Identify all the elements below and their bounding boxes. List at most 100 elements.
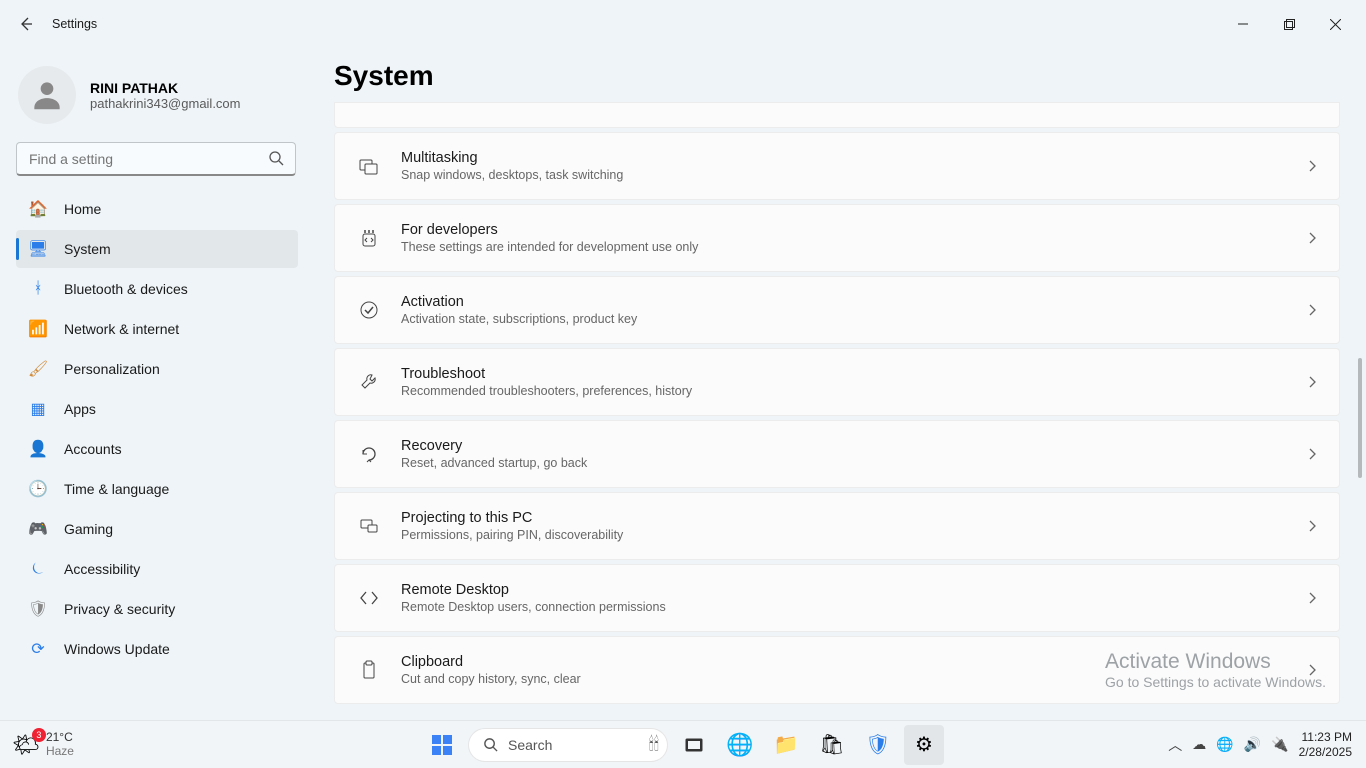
settings-card-recovery[interactable]: Recovery Reset, advanced startup, go bac… xyxy=(334,420,1340,488)
taskbar-center: Search 🕯🕯 🌐 📁 🛍 🛡 ⚙ xyxy=(422,725,944,765)
security-button[interactable]: 🛡 xyxy=(858,725,898,765)
settings-list: Multitasking Snap windows, desktops, tas… xyxy=(334,102,1340,704)
chevron-right-icon xyxy=(1305,591,1319,605)
nav-icon: ⏾ xyxy=(28,559,48,579)
nav-item-time-language[interactable]: 🕒 Time & language xyxy=(16,470,298,508)
back-button[interactable] xyxy=(8,6,44,42)
settings-card-projecting-to-this-pc[interactable]: Projecting to this PC Permissions, pairi… xyxy=(334,492,1340,560)
chevron-right-icon xyxy=(1305,447,1319,461)
window-controls xyxy=(1220,8,1358,40)
nav-label: Gaming xyxy=(64,521,113,537)
profile-email: pathakrini343@gmail.com xyxy=(90,96,241,111)
onedrive-icon[interactable]: ☁ xyxy=(1192,736,1206,753)
tray-chevron-icon[interactable]: ︿ xyxy=(1168,735,1182,755)
store-button[interactable]: 🛍 xyxy=(812,725,852,765)
search-container xyxy=(16,142,298,176)
avatar xyxy=(18,66,76,124)
nav-item-system[interactable]: 🖥 System xyxy=(16,230,298,268)
battery-icon[interactable]: 🔌 xyxy=(1271,736,1288,753)
explorer-button[interactable]: 📁 xyxy=(766,725,806,765)
taskbar-weather[interactable]: 🌤3 21°C Haze xyxy=(0,731,74,757)
card-subtitle: These settings are intended for developm… xyxy=(401,240,698,254)
nav-item-privacy-security[interactable]: 🛡Privacy & security xyxy=(16,590,298,628)
volume-icon[interactable]: 🔊 xyxy=(1244,736,1261,753)
nav-icon: 🕒 xyxy=(28,479,48,499)
nav-icon: ⟳ xyxy=(28,639,48,659)
nav-label: Windows Update xyxy=(64,641,170,657)
settings-card-activation[interactable]: Activation Activation state, subscriptio… xyxy=(334,276,1340,344)
chevron-right-icon xyxy=(1305,375,1319,389)
nav-item-gaming[interactable]: 🎮 Gaming xyxy=(16,510,298,548)
nav-icon: 🛡 xyxy=(28,599,48,619)
nav-icon: ᚼ xyxy=(28,279,48,299)
person-icon xyxy=(28,76,66,114)
recovery-icon xyxy=(355,444,383,464)
clock[interactable]: 11:23 PM 2/28/2025 xyxy=(1299,730,1352,759)
nav-label: Accounts xyxy=(64,441,122,457)
card-title: For developers xyxy=(401,222,698,238)
project-icon xyxy=(355,516,383,536)
nav-label: Home xyxy=(64,201,101,217)
nav-icon: 🎮 xyxy=(28,519,48,539)
nav-icon: ▦ xyxy=(28,399,48,419)
card-subtitle: Snap windows, desktops, task switching xyxy=(401,168,623,182)
arrow-left-icon xyxy=(18,16,34,32)
taskbar-search-label: Search xyxy=(508,737,552,753)
settings-card-remote-desktop[interactable]: Remote Desktop Remote Desktop users, con… xyxy=(334,564,1340,632)
nav-item-home[interactable]: 🏠Home xyxy=(16,190,298,228)
remote-icon xyxy=(355,588,383,608)
nav-label: Bluetooth & devices xyxy=(64,281,188,297)
close-icon xyxy=(1330,19,1341,30)
close-button[interactable] xyxy=(1312,8,1358,40)
nav-item-accessibility[interactable]: ⏾Accessibility xyxy=(16,550,298,588)
clock-time: 11:23 PM xyxy=(1302,730,1352,744)
nav-list: 🏠Home 🖥 System ᚼ Bluetooth & devices 📶Network… xyxy=(16,190,298,668)
page-title: System xyxy=(334,60,1340,92)
taskbar-search[interactable]: Search 🕯🕯 xyxy=(468,728,668,762)
nav-item-windows-update[interactable]: ⟳ Windows Update xyxy=(16,630,298,668)
card-title: Clipboard xyxy=(401,654,581,670)
nav-item-bluetooth-devices[interactable]: ᚼ Bluetooth & devices xyxy=(16,270,298,308)
weather-badge: 3 xyxy=(32,728,46,742)
chevron-right-icon xyxy=(1305,159,1319,173)
nav-item-personalization[interactable]: 🖌Personalization xyxy=(16,350,298,388)
nav-label: System xyxy=(64,241,111,257)
settings-card-clipboard[interactable]: Clipboard Cut and copy history, sync, cl… xyxy=(334,636,1340,704)
nav-label: Network & internet xyxy=(64,321,179,337)
settings-card-multitasking[interactable]: Multitasking Snap windows, desktops, tas… xyxy=(334,132,1340,200)
settings-card-partial[interactable] xyxy=(334,102,1340,128)
card-title: Multitasking xyxy=(401,150,623,166)
card-title: Recovery xyxy=(401,438,587,454)
card-title: Activation xyxy=(401,294,637,310)
profile-name: RINI PATHAK xyxy=(90,80,241,96)
nav-item-accounts[interactable]: 👤Accounts xyxy=(16,430,298,468)
nav-icon: 🖥 xyxy=(28,239,48,259)
start-button[interactable] xyxy=(422,725,462,765)
nav-item-network-internet[interactable]: 📶Network & internet xyxy=(16,310,298,348)
search-decoration-icon: 🕯🕯 xyxy=(649,734,659,755)
weather-icon: 🌤3 xyxy=(12,732,40,758)
maximize-button[interactable] xyxy=(1266,8,1312,40)
settings-card-troubleshoot[interactable]: Troubleshoot Recommended troubleshooters… xyxy=(334,348,1340,416)
titlebar: Settings xyxy=(0,0,1366,48)
nav-item-apps[interactable]: ▦Apps xyxy=(16,390,298,428)
language-icon[interactable]: 🌐 xyxy=(1216,736,1233,753)
edge-button[interactable]: 🌐 xyxy=(720,725,760,765)
scrollbar-thumb[interactable] xyxy=(1358,358,1362,478)
windows-icon xyxy=(431,734,453,756)
settings-taskbar-button[interactable]: ⚙ xyxy=(904,725,944,765)
card-title: Troubleshoot xyxy=(401,366,692,382)
card-subtitle: Permissions, pairing PIN, discoverabilit… xyxy=(401,528,623,542)
settings-card-for-developers[interactable]: For developers These settings are intend… xyxy=(334,204,1340,272)
taskview-button[interactable] xyxy=(674,725,714,765)
card-subtitle: Reset, advanced startup, go back xyxy=(401,456,587,470)
wrench-icon xyxy=(355,372,383,392)
chevron-right-icon xyxy=(1305,231,1319,245)
profile-block[interactable]: RINI PATHAK pathakrini343@gmail.com xyxy=(16,60,298,142)
nav-label: Time & language xyxy=(64,481,169,497)
nav-icon: 🖌 xyxy=(28,359,48,379)
search-input[interactable] xyxy=(16,142,296,176)
minimize-button[interactable] xyxy=(1220,8,1266,40)
window-title: Settings xyxy=(52,17,97,31)
multitask-icon xyxy=(355,156,383,176)
